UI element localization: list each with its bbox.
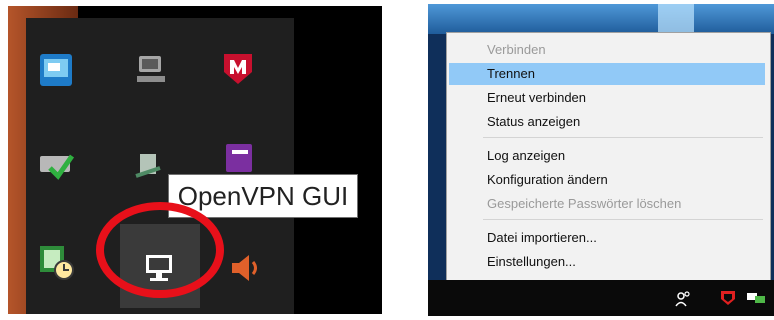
openvpn-context-menu: Verbinden Trennen Erneut verbinden Statu… xyxy=(446,32,771,282)
menu-item-connect[interactable]: Verbinden xyxy=(449,39,765,61)
highlight-circle xyxy=(96,202,224,298)
menu-separator xyxy=(483,219,763,220)
speaker-icon[interactable] xyxy=(228,250,264,286)
menu-item-clear-passwords[interactable]: Gespeicherte Passwörter löschen xyxy=(449,193,765,215)
tray-overflow-screenshot: OpenVPN GUI xyxy=(8,6,382,314)
context-menu-screenshot: Verbinden Trennen Erneut verbinden Statu… xyxy=(428,4,774,316)
network-icon[interactable] xyxy=(746,290,766,306)
people-icon[interactable] xyxy=(674,290,692,308)
task-scheduler-icon[interactable] xyxy=(38,244,74,280)
mcafee-icon[interactable] xyxy=(720,290,736,306)
intel-graphics-icon[interactable] xyxy=(38,52,74,88)
menu-item-import-file[interactable]: Datei importieren... xyxy=(449,227,765,249)
usb-eject-icon[interactable] xyxy=(130,146,166,182)
menu-item-reconnect[interactable]: Erneut verbinden xyxy=(449,87,765,109)
mcafee-icon[interactable] xyxy=(220,50,256,86)
desktop-wallpaper xyxy=(428,4,774,34)
menu-item-settings[interactable]: Einstellungen... xyxy=(449,251,765,273)
menu-item-show-status[interactable]: Status anzeigen xyxy=(449,111,765,133)
menu-item-edit-config[interactable]: Konfiguration ändern xyxy=(449,169,765,191)
network-computer-icon[interactable] xyxy=(133,52,169,88)
menu-item-show-log[interactable]: Log anzeigen xyxy=(449,145,765,167)
menu-item-disconnect[interactable]: Trennen xyxy=(449,63,765,85)
checkmark-drive-icon[interactable] xyxy=(38,146,74,182)
onenote-icon[interactable] xyxy=(222,140,258,176)
wallpaper-glow xyxy=(658,4,694,34)
menu-separator xyxy=(483,137,763,138)
